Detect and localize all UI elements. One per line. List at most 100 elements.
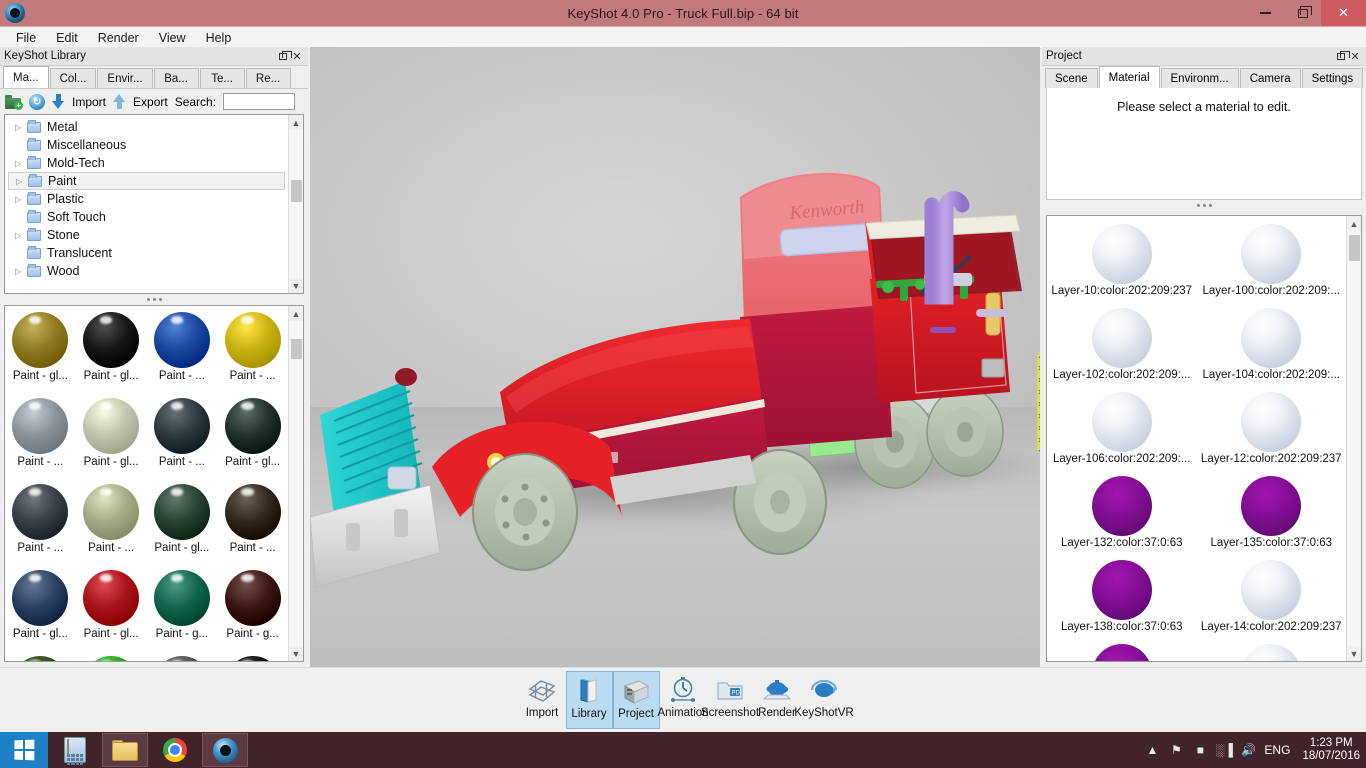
expand-triangle-icon[interactable]: ▷ [15,231,25,240]
material-swatch[interactable]: Paint - ... [5,484,76,570]
scroll-track[interactable] [1346,231,1361,646]
dock-button-screenshot[interactable]: PD Screenshot [701,671,759,729]
scroll-down-icon[interactable]: ▼ [288,278,303,293]
material-swatch[interactable]: Paint - ... [5,398,76,484]
layer-swatch[interactable]: Layer-138:color:37:0:63 [1047,560,1197,644]
tray-chevron-icon[interactable]: ▲ [1144,742,1160,758]
layer-grid-scrollbar[interactable]: ▲ ▼ [1346,216,1361,661]
tree-item-stone[interactable]: ▷ Stone [5,226,288,244]
project-splitter-handle[interactable] [1042,200,1366,211]
expand-triangle-icon[interactable]: ▷ [16,177,26,186]
material-swatch[interactable]: Paint - ... [147,398,218,484]
scroll-track[interactable] [288,321,303,646]
material-swatch[interactable]: Paint - g... [147,570,218,656]
material-swatch[interactable]: Paint - ... [217,312,288,398]
battery-icon[interactable]: ■ [1192,742,1208,758]
tab-scene[interactable]: Scene [1045,68,1098,88]
add-folder-icon[interactable]: + [5,94,23,110]
render-viewport[interactable]: Kenworth [310,47,1040,667]
menu-edit[interactable]: Edit [46,29,88,47]
layer-swatch[interactable]: Layer-12:color:202:209:237 [1197,392,1347,476]
project-float-icon[interactable] [1334,49,1350,63]
library-float-icon[interactable] [276,49,292,63]
scroll-up-icon[interactable]: ▲ [1346,216,1361,231]
tree-item-miscellaneous[interactable]: ▷ Miscellaneous [5,136,288,154]
taskbar-keyshot-icon[interactable] [202,733,248,767]
menu-render[interactable]: Render [88,29,149,47]
menu-file[interactable]: File [6,29,46,47]
tab-camera[interactable]: Camera [1239,68,1301,88]
dock-button-keyshotvr[interactable]: KeyShotVR [794,671,854,729]
library-splitter-handle[interactable] [0,294,308,305]
layer-swatch[interactable] [1047,644,1197,661]
tree-item-mold-tech[interactable]: ▷ Mold-Tech [5,154,288,172]
layer-swatch[interactable]: Layer-132:color:37:0:63 [1047,476,1197,560]
expand-triangle-icon[interactable]: ▷ [15,267,25,276]
material-swatch[interactable] [217,656,288,661]
tab-backplates[interactable]: Ba... [153,68,199,88]
tray-language[interactable]: ENG [1264,743,1290,757]
flag-icon[interactable]: ⚑ [1168,742,1184,758]
material-swatch[interactable]: Paint - gl... [76,398,147,484]
material-swatch[interactable]: Paint - gl... [5,312,76,398]
dock-button-library[interactable]: Library [565,671,613,729]
volume-icon[interactable]: 🔊 [1240,742,1256,758]
minimize-button[interactable] [1247,0,1284,26]
expand-triangle-icon[interactable]: ▷ [15,159,25,168]
tab-environments[interactable]: Envir... [97,68,153,88]
dock-button-import[interactable]: Import [519,671,566,729]
scroll-thumb[interactable] [1348,235,1360,261]
material-swatch[interactable]: Paint - ... [147,312,218,398]
scroll-up-icon[interactable]: ▲ [288,306,303,321]
refresh-icon[interactable]: ↻ [29,93,45,110]
scroll-up-icon[interactable]: ▲ [288,115,303,130]
network-signal-icon[interactable]: ░▐ [1216,742,1233,758]
material-swatch[interactable]: Paint - gl... [76,570,147,656]
taskbar-clock[interactable]: 1:23 PM 18/07/2016 [1298,737,1360,763]
windows-start-icon[interactable] [0,732,48,768]
tab-material[interactable]: Material [1098,66,1160,88]
tree-item-translucent[interactable]: ▷ Translucent [5,244,288,262]
project-close-icon[interactable]: ✕ [1348,49,1362,63]
layer-swatch[interactable]: Layer-100:color:202:209:... [1197,224,1347,308]
material-swatch[interactable] [5,656,76,661]
layer-swatch[interactable] [1197,644,1347,661]
import-button[interactable]: Import [72,95,106,109]
menu-view[interactable]: View [149,29,196,47]
tree-item-wood[interactable]: ▷ Wood [5,262,288,280]
tab-materials[interactable]: Ma... [3,66,49,88]
dock-button-project[interactable]: Project [612,671,660,729]
tab-textures[interactable]: Te... [199,68,245,88]
material-swatch[interactable]: Paint - g... [217,570,288,656]
tree-item-metal[interactable]: ▷ Metal [5,118,288,136]
material-swatch[interactable]: Paint - ... [76,484,147,570]
expand-triangle-icon[interactable]: ▷ [15,123,25,132]
tree-item-plastic[interactable]: ▷ Plastic [5,190,288,208]
tab-resources[interactable]: Re... [245,68,291,88]
scroll-track[interactable] [288,130,303,278]
menu-help[interactable]: Help [196,29,242,47]
layer-swatch[interactable]: Layer-102:color:202:209:... [1047,308,1197,392]
scroll-thumb[interactable] [290,339,302,359]
material-swatch[interactable]: Paint - gl... [76,312,147,398]
material-swatch[interactable]: Paint - gl... [217,398,288,484]
scroll-down-icon[interactable]: ▼ [288,646,303,661]
layer-swatch[interactable]: Layer-106:color:202:209:... [1047,392,1197,476]
import-arrow-icon[interactable] [52,94,65,109]
taskbar-chrome-icon[interactable] [152,733,198,767]
tab-settings[interactable]: Settings [1301,68,1364,88]
export-button[interactable]: Export [133,95,168,109]
material-swatch[interactable]: Paint - ... [217,484,288,570]
tree-item-soft-touch[interactable]: ▷ Soft Touch [5,208,288,226]
material-swatch[interactable]: Paint - gl... [5,570,76,656]
dock-button-render[interactable]: Render [754,671,801,729]
material-swatch[interactable]: Paint - gl... [147,484,218,570]
search-input[interactable] [223,93,296,110]
material-swatch[interactable] [147,656,218,661]
layer-swatch[interactable]: Layer-104:color:202:209:... [1197,308,1347,392]
tab-colors[interactable]: Col... [49,68,97,88]
tree-scrollbar[interactable]: ▲ ▼ [288,115,303,293]
expand-triangle-icon[interactable]: ▷ [15,195,25,204]
material-swatch[interactable] [76,656,147,661]
dock-button-animation[interactable]: Animation [657,671,709,729]
